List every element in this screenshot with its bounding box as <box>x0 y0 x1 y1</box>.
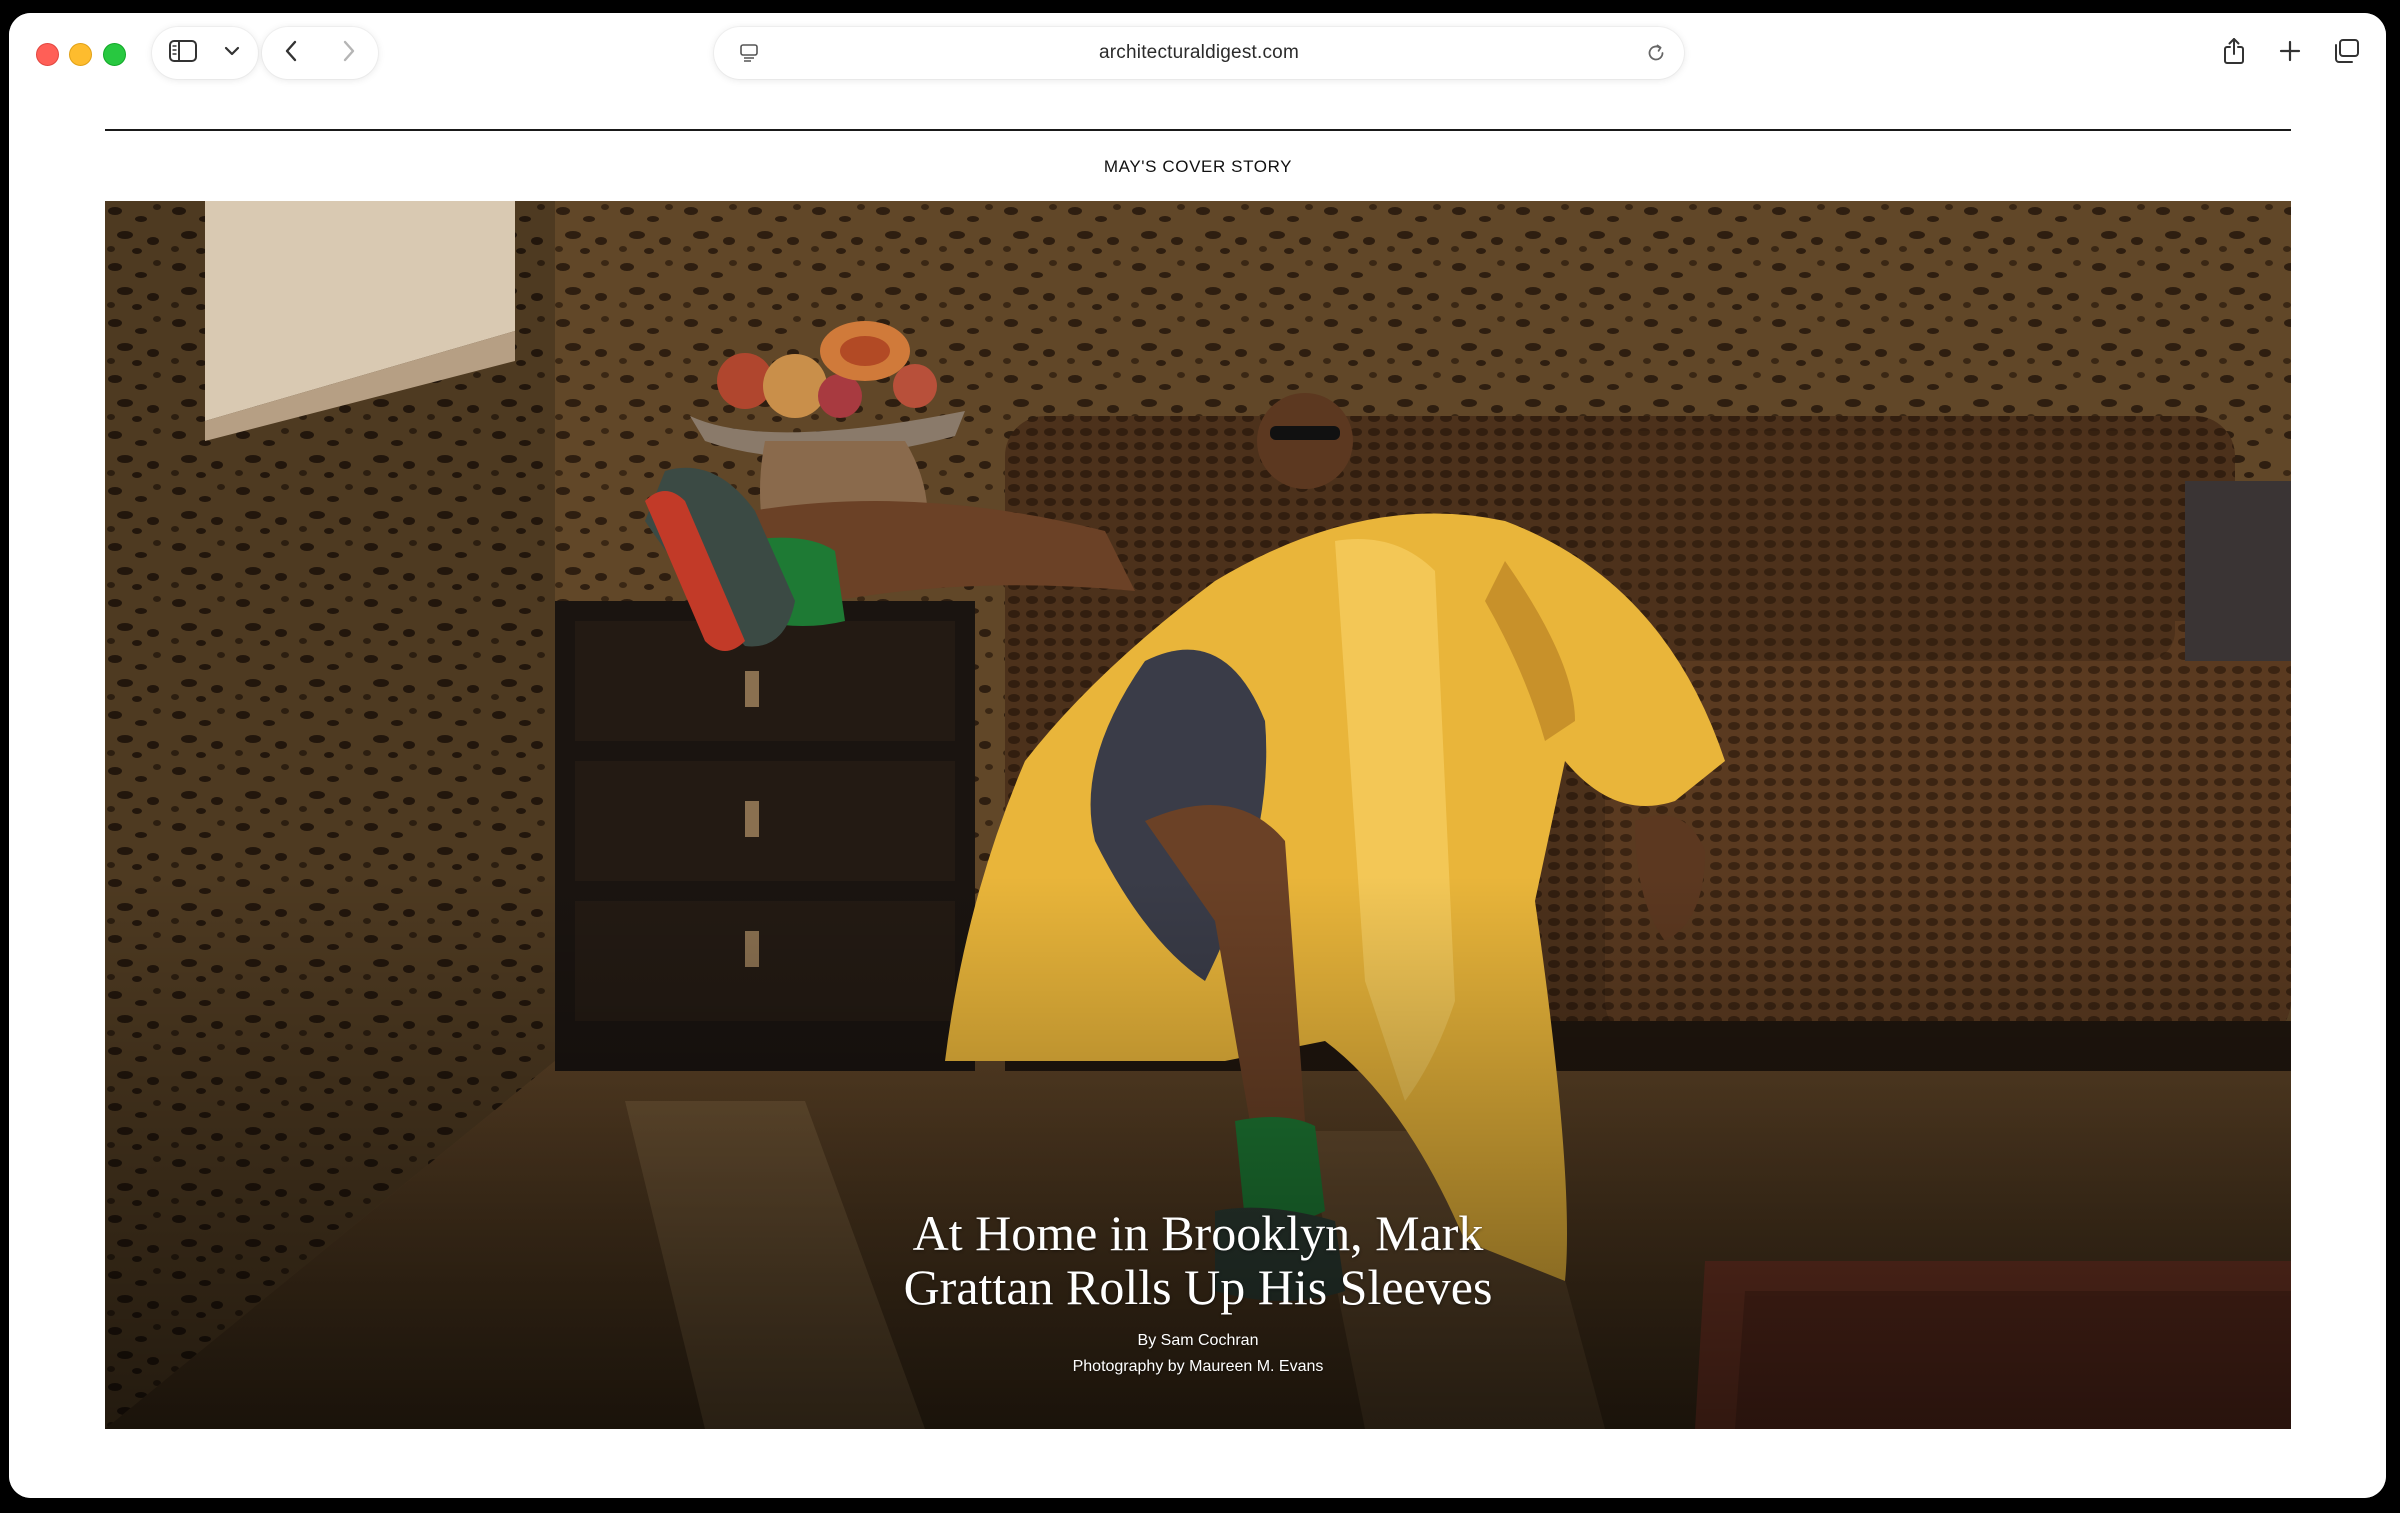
tab-group-menu-button[interactable] <box>214 27 250 79</box>
address-bar[interactable]: architecturaldigest.com <box>714 27 1684 79</box>
section-kicker[interactable]: MAY'S COVER STORY <box>105 157 2291 177</box>
article-byline: By Sam Cochran <box>1137 1332 1259 1349</box>
navigation-controls <box>262 27 378 79</box>
sidebar-toggle-button[interactable] <box>152 27 214 79</box>
chevron-left-icon <box>284 39 298 68</box>
forward-button[interactable] <box>320 27 378 79</box>
photo-credit: Photography by Maureen M. Evans <box>1072 1358 1324 1375</box>
reload-icon[interactable] <box>1642 39 1670 67</box>
share-icon <box>2222 37 2246 70</box>
article-headline[interactable]: At Home in Brooklyn, Mark Grattan Rolls … <box>878 1206 1518 1314</box>
plus-icon <box>2279 40 2301 67</box>
share-button[interactable] <box>2208 27 2260 79</box>
hero-caption: At Home in Brooklyn, Mark Grattan Rolls … <box>105 1206 2291 1380</box>
hero-image[interactable]: At Home in Brooklyn, Mark Grattan Rolls … <box>105 201 2291 1429</box>
top-divider <box>105 129 2291 131</box>
tab-overview-icon <box>2332 38 2360 69</box>
chevron-right-icon <box>342 39 356 68</box>
web-page: MAY'S COVER STORY At Home in Brooklyn, M… <box>9 95 2386 1498</box>
sidebar-icon <box>168 39 198 68</box>
zoom-window-button[interactable] <box>103 43 126 66</box>
close-window-button[interactable] <box>36 43 59 66</box>
minimize-window-button[interactable] <box>69 43 92 66</box>
window-actions <box>2206 27 2374 79</box>
address-url[interactable]: architecturaldigest.com <box>714 27 1684 79</box>
back-button[interactable] <box>262 27 320 79</box>
chevron-down-icon <box>224 44 240 62</box>
tab-overview-button[interactable] <box>2320 27 2372 79</box>
browser-toolbar: architecturaldigest.com <box>9 13 2386 95</box>
browser-window: architecturaldigest.com MAY'S COVER STOR… <box>9 13 2386 1498</box>
sidebar-controls <box>152 27 258 79</box>
new-tab-button[interactable] <box>2264 27 2316 79</box>
